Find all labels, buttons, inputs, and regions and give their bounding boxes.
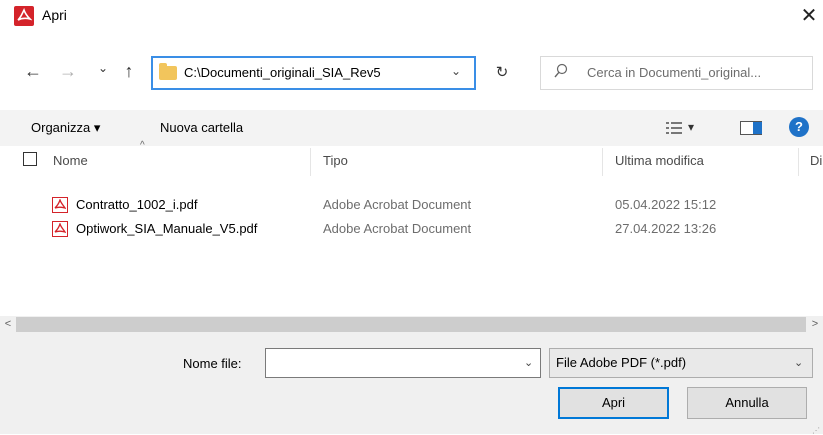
search-box[interactable]: Cerca in Documenti_original... [540,56,813,90]
column-header-name[interactable]: Nome [53,153,88,168]
file-row[interactable]: Optiwork_SIA_Manuale_V5.pdf Adobe Acroba… [46,217,806,241]
address-path: C:\Documenti_originali_SIA_Rev5 [184,65,381,80]
view-details-icon [666,122,682,134]
refresh-button[interactable]: ↻ [487,58,517,88]
file-type: Adobe Acrobat Document [323,221,472,236]
column-header-size[interactable]: Di [810,153,822,168]
file-name: Contratto_1002_i.pdf [76,197,198,212]
scroll-left-button[interactable]: < [0,316,16,333]
back-button[interactable]: ← [22,60,44,82]
search-icon [554,63,568,83]
forward-button[interactable]: → [57,60,79,82]
chevron-down-icon: ⌄ [794,357,804,369]
file-modified: 27.04.2022 13:26 [615,221,717,236]
chevron-down-icon: ⌄ [97,61,109,75]
acrobat-app-icon [14,6,34,26]
close-button[interactable]: ✕ [796,2,822,30]
column-divider[interactable] [798,148,799,176]
folder-icon [159,63,177,80]
organize-button[interactable]: Organizza ▾ [31,120,100,136]
filename-label: Nome file: [183,356,242,371]
recent-locations-button[interactable]: ⌄ [92,57,114,79]
title-bar [0,0,823,32]
chevron-down-icon[interactable]: ⌄ [451,64,461,78]
preview-pane-button[interactable] [740,121,762,135]
filename-input[interactable] [265,348,541,378]
arrow-right-icon: → [59,61,77,81]
sort-ascending-icon: ^ [140,140,145,151]
open-button[interactable]: Apri [558,387,669,419]
scrollbar-thumb[interactable] [16,317,806,332]
change-view-button[interactable]: ▾ [666,118,706,138]
up-button[interactable]: ↑ [118,60,140,82]
column-divider[interactable] [310,148,311,176]
address-bar[interactable]: C:\Documenti_originali_SIA_Rev5 ⌄ [151,56,476,90]
cancel-button[interactable]: Annulla [687,387,807,419]
close-icon: ✕ [800,5,818,27]
window-title: Apri [42,7,67,23]
file-type-select[interactable]: File Adobe PDF (*.pdf) ⌄ [549,348,813,378]
pdf-file-icon [52,221,68,237]
preview-pane-icon [753,122,762,134]
column-header-type[interactable]: Tipo [323,153,348,168]
file-type-selected: File Adobe PDF (*.pdf) [556,355,687,370]
help-button[interactable]: ? [789,117,809,137]
search-input[interactable]: Cerca in Documenti_original... [587,65,761,80]
new-folder-button[interactable]: Nuova cartella [160,120,243,135]
arrow-up-icon: ↑ [124,61,134,81]
select-all-checkbox[interactable] [23,152,37,166]
file-name: Optiwork_SIA_Manuale_V5.pdf [76,221,258,236]
file-row[interactable]: Contratto_1002_i.pdf Adobe Acrobat Docum… [46,193,806,217]
refresh-icon: ↻ [495,64,509,81]
file-modified: 05.04.2022 15:12 [615,197,717,212]
column-header-modified[interactable]: Ultima modifica [615,153,704,168]
arrow-left-icon: ← [24,61,42,81]
scroll-right-button[interactable]: > [807,316,823,333]
file-type: Adobe Acrobat Document [323,197,472,212]
chevron-down-icon: ▾ [688,120,695,134]
pdf-file-icon [52,197,68,213]
help-icon: ? [795,119,803,134]
column-divider[interactable] [602,148,603,176]
chevron-down-icon[interactable]: ⌄ [524,356,533,369]
